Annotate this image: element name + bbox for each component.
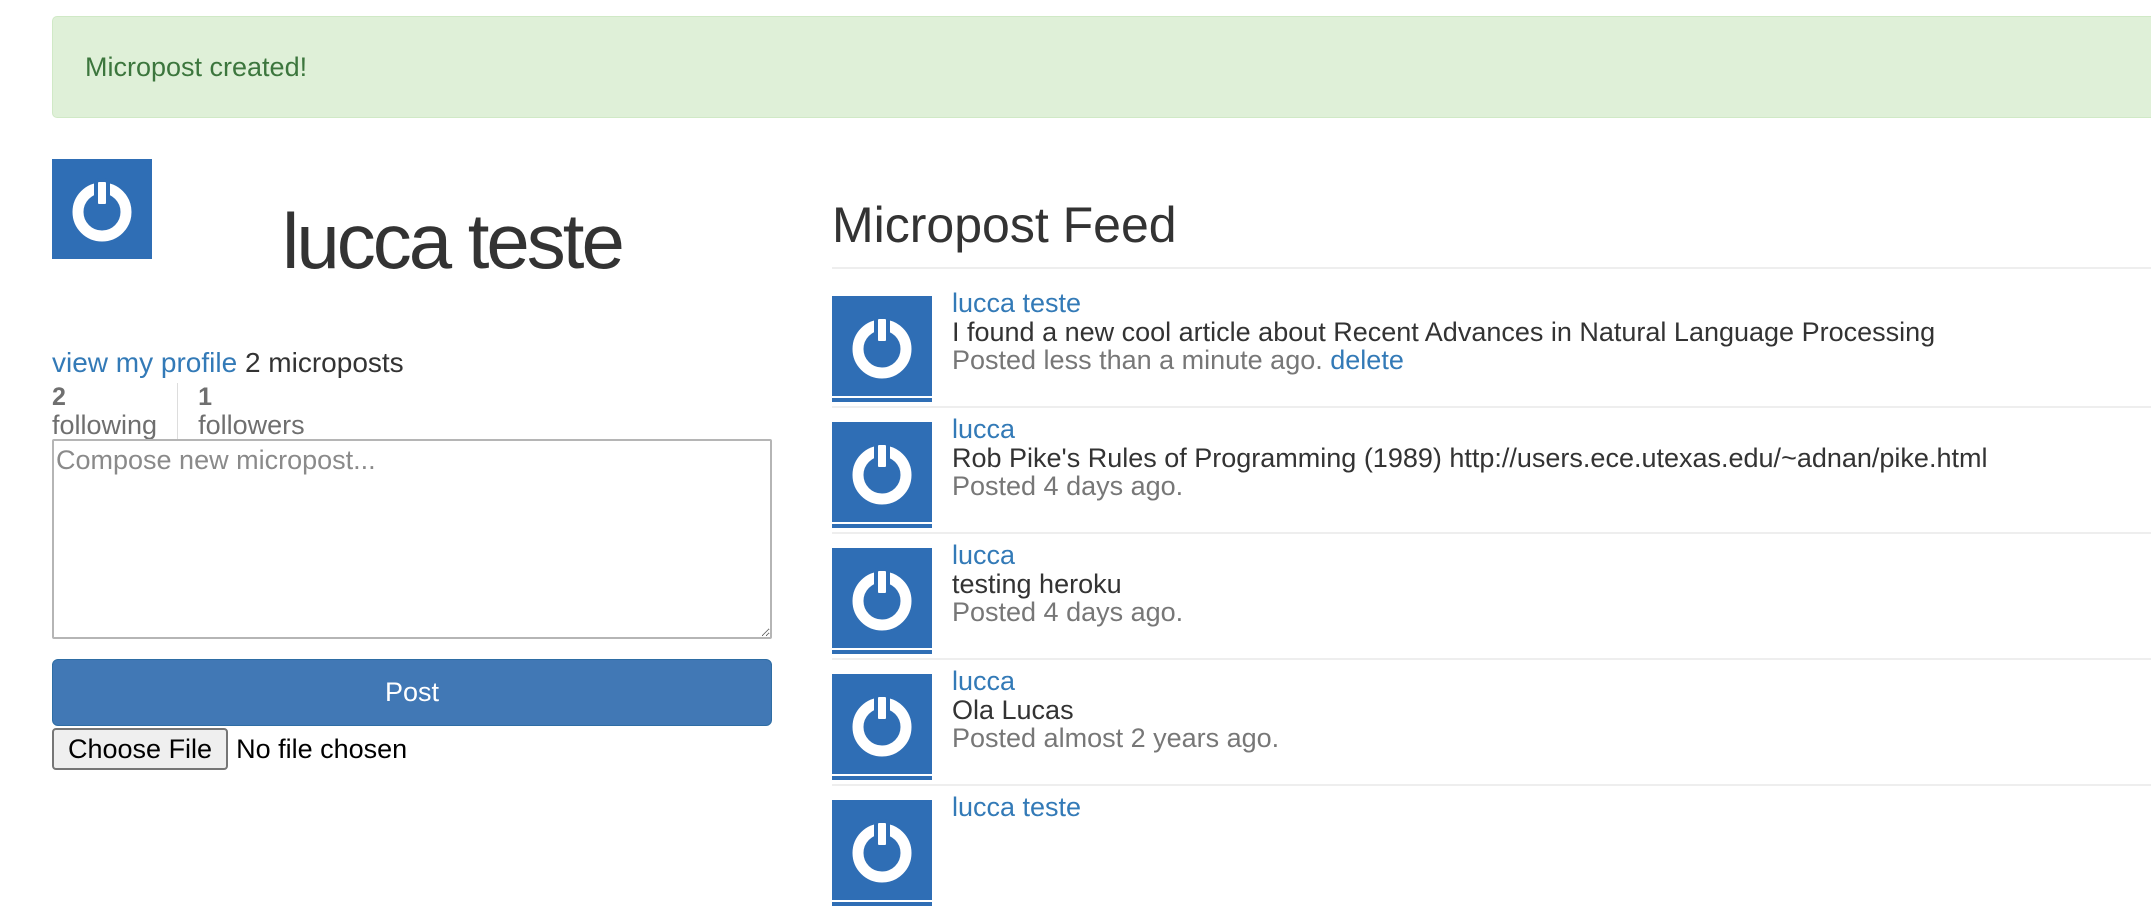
flash-success: Micropost created! <box>52 16 2151 118</box>
followers-stat[interactable]: 1 followers <box>178 383 305 441</box>
feed-author-link[interactable]: lucca teste <box>952 792 1081 823</box>
file-status: No file chosen <box>236 733 408 764</box>
following-stat[interactable]: 2 following <box>52 383 179 441</box>
feed-content: testing heroku <box>952 569 1122 599</box>
feed-author-link[interactable]: lucca <box>952 666 1015 697</box>
feed-avatar[interactable] <box>832 800 932 906</box>
file-upload: Choose File No file chosen <box>52 728 407 770</box>
feed-item: lucca Rob Pike's Rules of Programming (1… <box>832 414 2151 540</box>
delete-link[interactable]: delete <box>1330 345 1404 375</box>
feed-title: Micropost Feed <box>832 197 1177 253</box>
feed-divider <box>832 406 2151 408</box>
power-icon <box>852 315 912 379</box>
power-icon <box>852 819 912 883</box>
feed-content: Rob Pike's Rules of Programming (1989) h… <box>952 443 1988 473</box>
feed-divider <box>832 784 2151 786</box>
power-icon <box>852 567 912 631</box>
feed-item: lucca teste <box>832 792 2151 918</box>
flash-message: Micropost created! <box>85 51 308 82</box>
power-icon <box>852 441 912 505</box>
feed-avatar[interactable] <box>832 422 932 528</box>
power-icon <box>72 178 132 242</box>
feed-content: I found a new cool article about Recent … <box>952 317 1936 347</box>
feed-avatar[interactable] <box>832 548 932 654</box>
followers-count: 1 <box>198 383 212 411</box>
feed-timestamp: Posted 4 days ago. <box>952 471 1184 501</box>
compose-micropost-input[interactable] <box>52 439 772 639</box>
feed-timestamp: Posted almost 2 years ago. <box>952 723 1280 753</box>
feed-item: lucca testing heroku Posted 4 days ago. <box>832 540 2151 666</box>
profile-summary: view my profile 2 microposts <box>52 347 404 379</box>
feed-author-link[interactable]: lucca <box>952 540 1015 571</box>
feed-item: lucca teste I found a new cool article a… <box>832 288 2151 414</box>
profile-avatar[interactable] <box>52 159 152 259</box>
feed-timestamp: Posted 4 days ago. <box>952 597 1184 627</box>
post-button[interactable]: Post <box>52 659 772 726</box>
view-profile-link[interactable]: view my profile <box>52 347 237 378</box>
feed-divider <box>832 658 2151 660</box>
user-stats: 2 following 1 followers <box>52 383 305 441</box>
feed-timestamp: Posted less than a minute ago. delete <box>952 345 1404 376</box>
feed-avatar[interactable] <box>832 674 932 780</box>
feed-item: lucca Ola Lucas Posted almost 2 years ag… <box>832 666 2151 792</box>
feed-author-link[interactable]: lucca teste <box>952 288 1081 319</box>
feed-timestamp-text: Posted less than a minute ago. <box>952 345 1323 375</box>
micropost-count: 2 microposts <box>244 347 404 378</box>
following-count: 2 <box>52 383 66 411</box>
following-label: following <box>52 410 158 440</box>
user-name: lucca teste <box>282 197 625 285</box>
feed-content: Ola Lucas <box>952 695 1074 725</box>
feed-divider <box>832 267 2151 269</box>
power-icon <box>852 693 912 757</box>
feed-author-link[interactable]: lucca <box>952 414 1015 445</box>
followers-label: followers <box>198 410 305 440</box>
feed-divider <box>832 532 2151 534</box>
feed-avatar[interactable] <box>832 296 932 402</box>
choose-file-button[interactable]: Choose File <box>52 728 229 770</box>
